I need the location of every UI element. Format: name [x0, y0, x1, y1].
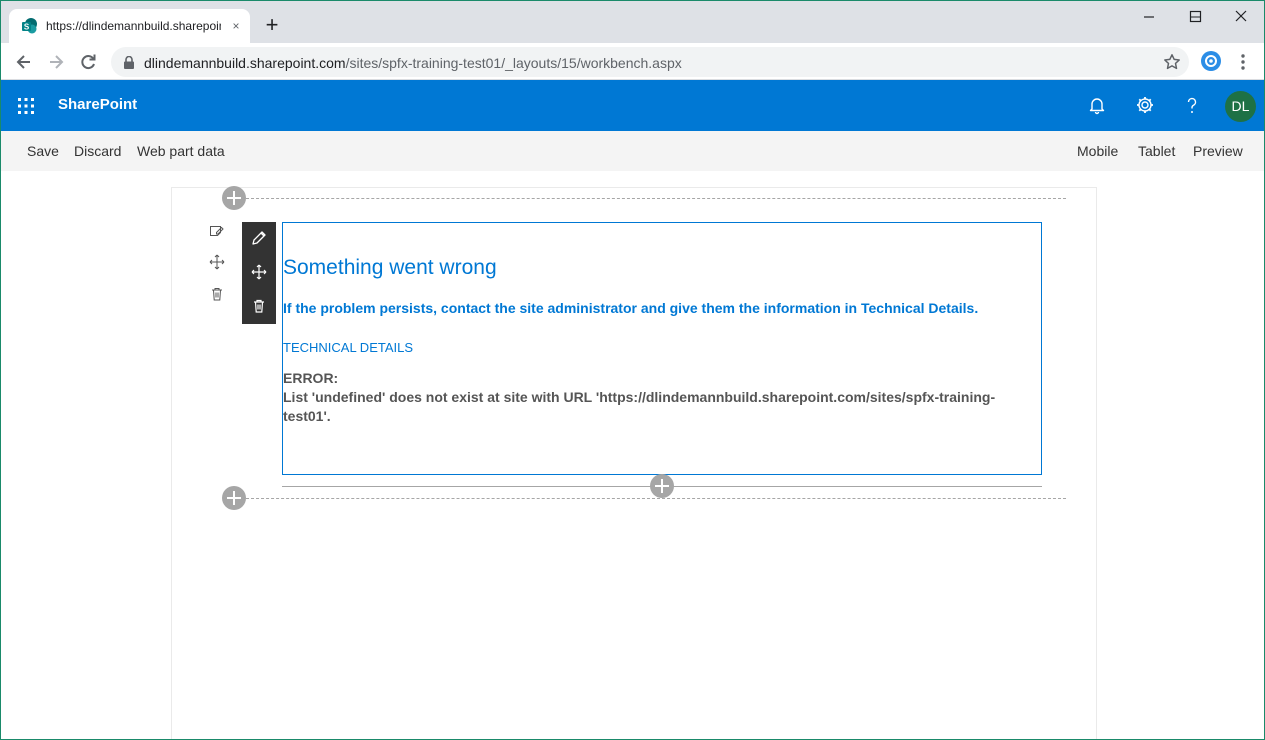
edit-section-icon[interactable]: [209, 223, 225, 239]
preview-button[interactable]: Preview: [1193, 143, 1243, 159]
svg-text:S: S: [24, 23, 30, 32]
lock-icon[interactable]: [123, 56, 135, 69]
close-window-icon[interactable]: [1218, 5, 1264, 29]
url-text: dlindemannbuild.sharepoint.com/sites/spf…: [144, 55, 682, 71]
save-button[interactable]: Save: [27, 143, 59, 159]
settings-gear-icon[interactable]: [1135, 95, 1155, 115]
url-path: /sites/spfx-training-test01/_layouts/15/…: [345, 55, 682, 71]
webpart-container[interactable]: Something went wrong If the problem pers…: [282, 222, 1042, 475]
app-launcher-icon[interactable]: [18, 98, 34, 114]
browser-menu-icon[interactable]: [1237, 53, 1249, 71]
maximize-icon[interactable]: [1172, 5, 1218, 29]
sharepoint-favicon-icon: S: [22, 18, 37, 34]
tablet-button[interactable]: Tablet: [1138, 143, 1175, 159]
section-top-divider: [246, 198, 1066, 199]
help-icon[interactable]: [1182, 95, 1202, 115]
browser-window: S https://dlindemannbuild.sharepoint.com…: [0, 0, 1265, 740]
move-section-icon[interactable]: [209, 254, 225, 270]
tab-strip: S https://dlindemannbuild.sharepoint.com…: [1, 1, 1264, 43]
delete-section-trash-icon[interactable]: [209, 286, 225, 302]
add-webpart-button[interactable]: [650, 474, 674, 498]
add-section-top-button[interactable]: [222, 186, 246, 210]
notification-bell-icon[interactable]: [1087, 95, 1107, 115]
minimize-window-icon[interactable]: [1126, 5, 1172, 29]
extension-icon[interactable]: [1201, 51, 1221, 71]
web-part-data-button[interactable]: Web part data: [137, 143, 225, 159]
address-bar[interactable]: dlindemannbuild.sharepoint.com/sites/spf…: [111, 47, 1189, 77]
back-icon[interactable]: [13, 51, 35, 73]
tab-title: https://dlindemannbuild.sharepoint.com/s…: [46, 19, 221, 33]
error-title: Something went wrong: [283, 256, 497, 279]
forward-icon[interactable]: [45, 51, 67, 73]
new-tab-button[interactable]: +: [262, 14, 282, 36]
discard-button[interactable]: Discard: [74, 143, 121, 159]
webpart-edit-pencil-icon[interactable]: [251, 230, 267, 246]
mobile-button[interactable]: Mobile: [1077, 143, 1118, 159]
webpart-toolbar: [242, 222, 276, 324]
bookmark-star-icon[interactable]: [1163, 53, 1181, 71]
technical-details-toggle[interactable]: TECHNICAL DETAILS: [283, 340, 413, 355]
error-label: ERROR:: [283, 370, 339, 386]
reload-icon[interactable]: [77, 51, 99, 73]
webpart-move-icon[interactable]: [251, 264, 267, 280]
add-section-bottom-button[interactable]: [222, 486, 246, 510]
suite-bar: SharePoint DL: [1, 80, 1264, 131]
avatar[interactable]: DL: [1225, 91, 1256, 122]
url-host: dlindemannbuild.sharepoint.com: [144, 55, 346, 71]
section-bottom-divider: [246, 498, 1066, 499]
error-detail: List 'undefined' does not exist at site …: [283, 389, 996, 424]
webpart-delete-trash-icon[interactable]: [251, 298, 267, 314]
browser-toolbar: dlindemannbuild.sharepoint.com/sites/spf…: [1, 43, 1264, 80]
brand-title[interactable]: SharePoint: [58, 96, 137, 113]
browser-tab[interactable]: S https://dlindemannbuild.sharepoint.com…: [9, 9, 250, 43]
error-message: If the problem persists, contact the sit…: [283, 300, 979, 316]
tab-close-icon[interactable]: ×: [228, 18, 244, 34]
workbench-command-bar: Save Discard Web part data Mobile Tablet…: [1, 131, 1264, 171]
